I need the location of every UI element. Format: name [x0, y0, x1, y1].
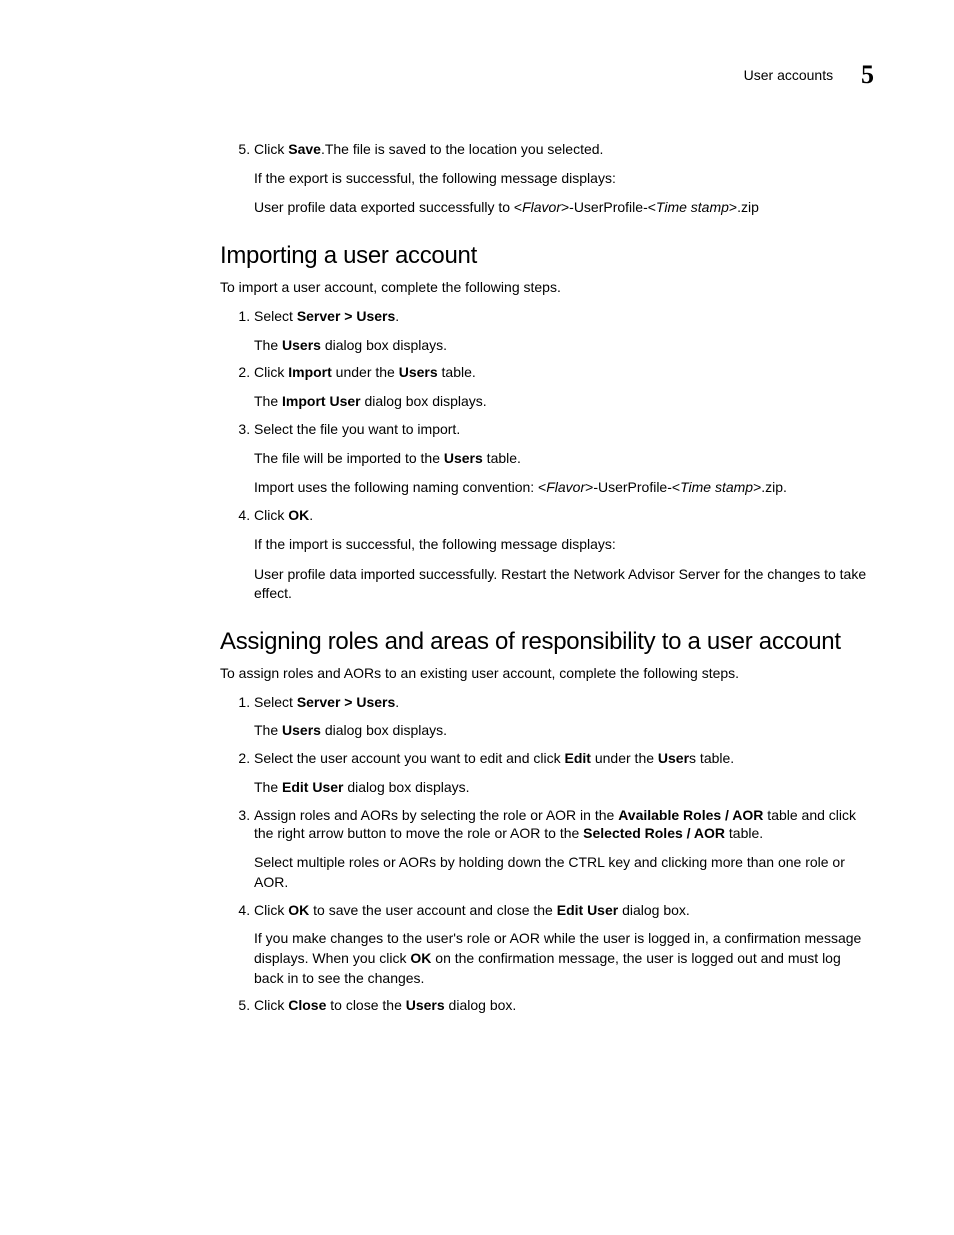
page-header: User accounts 5: [80, 60, 874, 90]
step-sub: Select multiple roles or AORs by holding…: [254, 853, 874, 892]
page: User accounts 5 Click Save.The file is s…: [0, 0, 954, 1083]
heading-assigning: Assigning roles and areas of responsibil…: [220, 628, 874, 656]
list-item: Select the file you want to import. The …: [254, 420, 874, 498]
step-sub: If the export is successful, the followi…: [254, 169, 874, 189]
step-text: Click Import under the Users table.: [254, 364, 476, 380]
list-item: Select Server > Users. The Users dialog …: [254, 307, 874, 355]
step-sub: User profile data exported successfully …: [254, 198, 874, 218]
list-item: Click OK to save the user account and cl…: [254, 901, 874, 989]
list-item: Assign roles and AORs by selecting the r…: [254, 806, 874, 893]
heading-importing: Importing a user account: [220, 242, 874, 270]
step-text: Select the user account you want to edit…: [254, 750, 734, 766]
step-text: Assign roles and AORs by selecting the r…: [254, 807, 856, 842]
list-item: Select the user account you want to edit…: [254, 749, 874, 797]
step-sub: If the import is successful, the followi…: [254, 535, 874, 555]
step-text: Click OK.: [254, 507, 313, 523]
step-text: Click Save.The file is saved to the loca…: [254, 141, 603, 157]
list-item: Click Save.The file is saved to the loca…: [254, 140, 874, 218]
list-item: Click Close to close the Users dialog bo…: [254, 996, 874, 1015]
step-text: Select Server > Users.: [254, 694, 399, 710]
step-text: Select Server > Users.: [254, 308, 399, 324]
list-item: Click Import under the Users table. The …: [254, 363, 874, 411]
section-intro: To import a user account, complete the f…: [220, 278, 874, 297]
step-text: Select the file you want to import.: [254, 421, 460, 437]
step-sub: The Edit User dialog box displays.: [254, 778, 874, 798]
list-item: Click OK. If the import is successful, t…: [254, 506, 874, 604]
step-sub: If you make changes to the user's role o…: [254, 929, 874, 988]
running-head-title: User accounts: [744, 67, 833, 83]
step-sub: The file will be imported to the Users t…: [254, 449, 874, 469]
importing-steps: Select Server > Users. The Users dialog …: [220, 307, 874, 604]
section-intro: To assign roles and AORs to an existing …: [220, 664, 874, 683]
step-sub: The Import User dialog box displays.: [254, 392, 874, 412]
step-text: Click OK to save the user account and cl…: [254, 902, 690, 918]
export-steps-continued: Click Save.The file is saved to the loca…: [220, 140, 874, 218]
assigning-steps: Select Server > Users. The Users dialog …: [220, 693, 874, 1016]
step-text: Click Close to close the Users dialog bo…: [254, 997, 516, 1013]
step-sub: The Users dialog box displays.: [254, 336, 874, 356]
body-content: Click Save.The file is saved to the loca…: [220, 140, 874, 1015]
step-sub: The Users dialog box displays.: [254, 721, 874, 741]
step-sub: User profile data imported successfully.…: [254, 565, 874, 604]
list-item: Select Server > Users. The Users dialog …: [254, 693, 874, 741]
step-sub: Import uses the following naming convent…: [254, 478, 874, 498]
chapter-number: 5: [861, 60, 874, 90]
